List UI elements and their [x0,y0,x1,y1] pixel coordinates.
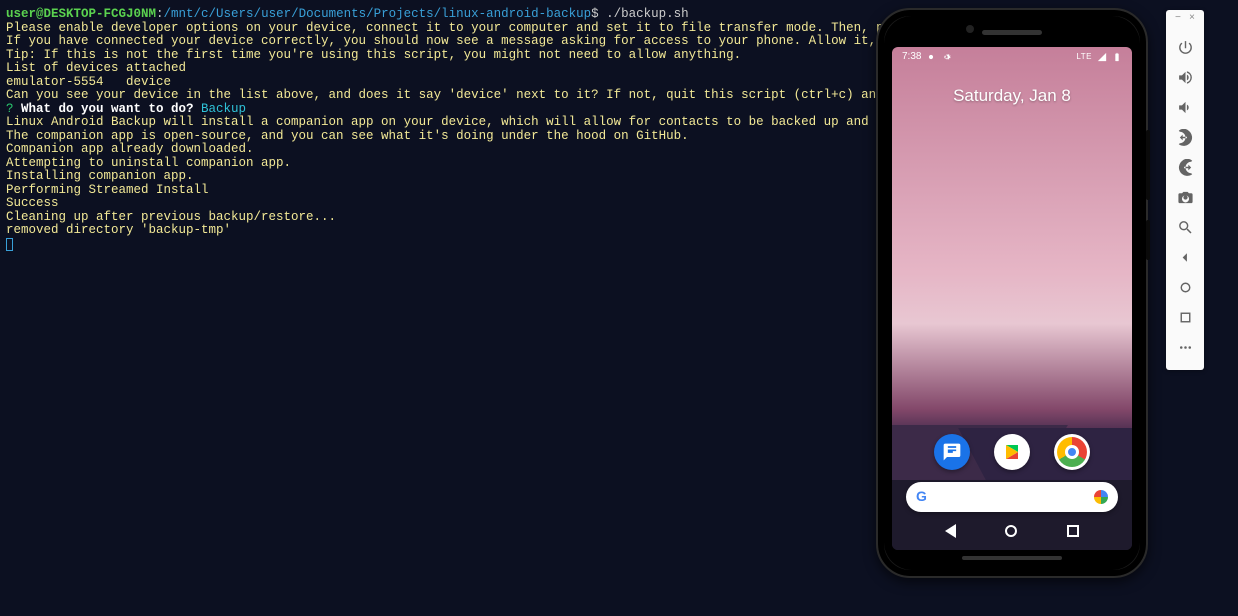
camera-icon [1177,189,1194,206]
terminal-output: Companion app already downloaded. [6,143,868,157]
app-dock [892,434,1132,470]
google-search-bar[interactable]: G [906,482,1118,512]
prompt-user: user@DESKTOP-FCGJ0NM [6,7,156,21]
terminal-output: removed directory 'backup-tmp' [6,224,868,238]
nav-home-button[interactable] [1005,525,1017,537]
chat-icon [942,442,962,462]
more-icon [1177,339,1194,356]
terminal-output: Cleaning up after previous backup/restor… [6,211,868,225]
terminal-output: List of devices attached [6,62,868,76]
earpiece-icon [982,30,1042,35]
google-logo-icon: G [916,489,927,504]
terminal-output: Installing companion app. [6,170,868,184]
terminal-window[interactable]: user@DESKTOP-FCGJ0NM:/mnt/c/Users/user/D… [6,8,868,606]
terminal-output: Tip: If this is not the first time you'r… [6,49,868,63]
nav-recent-button[interactable] [1067,525,1079,537]
zoom-icon [1177,219,1194,236]
volume-up-button[interactable] [1166,63,1204,93]
question-text: What do you want to do? [14,102,202,116]
overview-button[interactable] [1166,303,1204,333]
emulator-toolbar: − × [1166,10,1204,370]
terminal-output: Linux Android Backup will install a comp… [6,116,868,130]
volume-rocker[interactable] [1146,130,1150,200]
terminal-output: Can you see your device in the list abov… [6,89,868,103]
emulator-device-frame: 7:38 LTE Saturday, Jan 8 [876,8,1148,578]
power-key[interactable] [1146,220,1150,260]
nav-back-button[interactable] [945,524,956,538]
messages-app-icon[interactable] [934,434,970,470]
status-bar: 7:38 LTE [892,47,1132,67]
rotate-left-icon [1177,129,1194,146]
zoom-button[interactable] [1166,213,1204,243]
terminal-output: The companion app is open-source, and yo… [6,130,868,144]
device-bezel: 7:38 LTE Saturday, Jan 8 [884,16,1140,570]
prompt-dollar: $ [591,7,606,21]
battery-icon [1112,52,1122,62]
play-store-glyph-icon [1006,445,1018,459]
home-button[interactable] [1166,273,1204,303]
play-store-app-icon[interactable] [994,434,1030,470]
screenshot-button[interactable] [1166,183,1204,213]
homescreen-date: Saturday, Jan 8 [892,87,1132,105]
terminal-output: Performing Streamed Install [6,184,868,198]
terminal-prompt-line: user@DESKTOP-FCGJ0NM:/mnt/c/Users/user/D… [6,8,868,22]
assistant-mic-icon[interactable] [1094,490,1108,504]
overview-icon [1177,309,1194,326]
bottom-speaker-icon [962,556,1062,560]
status-network-label: LTE [1076,53,1092,62]
android-nav-bar [892,518,1132,544]
notification-icon [926,52,936,62]
back-button[interactable] [1166,243,1204,273]
volume-up-icon [1177,69,1194,86]
rotate-right-button[interactable] [1166,153,1204,183]
power-icon [1177,39,1194,56]
prompt-path: /mnt/c/Users/user/Documents/Projects/lin… [164,7,592,21]
entered-command: ./backup.sh [606,7,689,21]
front-camera-icon [966,25,974,33]
terminal-output: Success [6,197,868,211]
terminal-question-line: ? What do you want to do? Backup [6,103,868,117]
volume-down-icon [1177,99,1194,116]
power-button[interactable] [1166,33,1204,63]
terminal-output: If you have connected your device correc… [6,35,868,49]
terminal-output: emulator-5554 device [6,76,868,90]
window-controls: − × [1166,10,1204,33]
rotate-left-button[interactable] [1166,123,1204,153]
signal-icon [1097,52,1107,62]
back-icon [1177,249,1194,266]
android-home-screen[interactable]: 7:38 LTE Saturday, Jan 8 [892,47,1132,550]
more-button[interactable] [1166,333,1204,363]
minimize-button[interactable]: − [1175,14,1181,25]
settings-status-icon [941,52,951,62]
prompt-colon: : [156,7,164,21]
terminal-output: Please enable developer options on your … [6,22,868,36]
rotate-right-icon [1177,159,1194,176]
cursor-icon [6,238,13,251]
question-mark: ? [6,102,14,116]
home-icon [1177,279,1194,296]
status-time: 7:38 [902,52,921,63]
volume-down-button[interactable] [1166,93,1204,123]
close-button[interactable]: × [1189,14,1195,25]
terminal-output: Attempting to uninstall companion app. [6,157,868,171]
chrome-app-icon[interactable] [1054,434,1090,470]
question-answer: Backup [201,102,246,116]
terminal-cursor-line [6,238,868,256]
chrome-glyph-icon [1057,437,1087,467]
